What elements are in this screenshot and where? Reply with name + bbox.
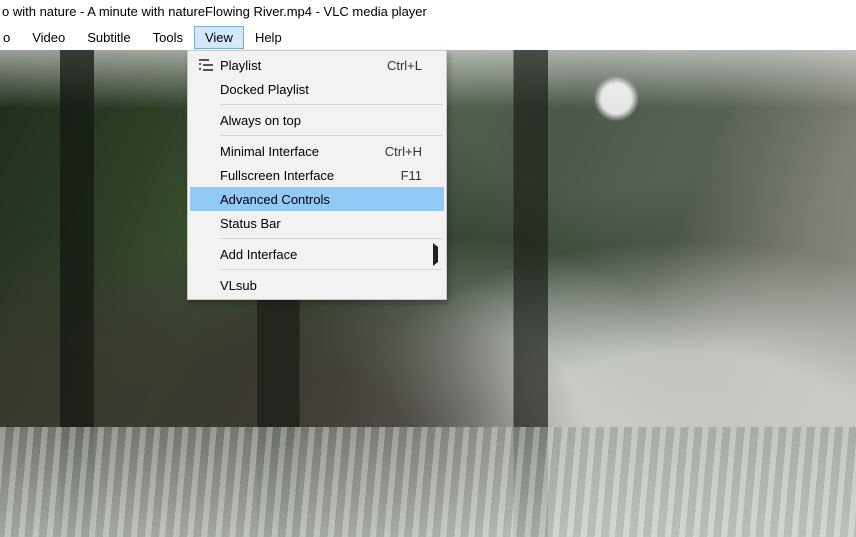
menu-item-shortcut: Ctrl+L [387,58,428,73]
menu-separator [220,135,443,136]
menu-item-label: VLsub [218,278,422,293]
menu-tools[interactable]: Tools [142,26,194,49]
menu-item-minimal-interface[interactable]: Minimal Interface Ctrl+H [190,139,444,163]
menu-item-label: Advanced Controls [218,192,422,207]
submenu-arrow-icon [428,247,438,262]
menu-item-label: Add Interface [218,247,422,262]
menu-audio[interactable]: o [2,26,21,49]
menu-item-label: Always on top [218,113,422,128]
view-dropdown: Playlist Ctrl+L Docked Playlist Always o… [187,50,447,300]
menu-item-label: Fullscreen Interface [218,168,401,183]
menu-item-label: Playlist [218,58,387,73]
menu-item-label: Docked Playlist [218,82,422,97]
playlist-icon [194,59,218,71]
menu-subtitle[interactable]: Subtitle [76,26,141,49]
menu-item-always-on-top[interactable]: Always on top [190,108,444,132]
menu-item-shortcut: Ctrl+H [385,144,428,159]
menu-item-label: Status Bar [218,216,422,231]
menu-item-status-bar[interactable]: Status Bar [190,211,444,235]
menu-item-add-interface[interactable]: Add Interface [190,242,444,266]
menu-separator [220,104,443,105]
menu-item-shortcut: F11 [401,168,428,183]
window-title: o with nature - A minute with natureFlow… [2,4,427,19]
menu-item-docked-playlist[interactable]: Docked Playlist [190,77,444,101]
menu-separator [220,269,443,270]
window-titlebar: o with nature - A minute with natureFlow… [0,0,856,24]
menu-item-label: Minimal Interface [218,144,385,159]
menu-item-fullscreen-interface[interactable]: Fullscreen Interface F11 [190,163,444,187]
menubar: o Video Subtitle Tools View Help [0,24,856,50]
menu-separator [220,238,443,239]
menu-item-advanced-controls[interactable]: Advanced Controls [190,187,444,211]
menu-help[interactable]: Help [244,26,293,49]
menu-view[interactable]: View [194,26,244,49]
menu-item-vlsub[interactable]: VLsub [190,273,444,297]
menu-video[interactable]: Video [21,26,76,49]
menu-item-playlist[interactable]: Playlist Ctrl+L [190,53,444,77]
